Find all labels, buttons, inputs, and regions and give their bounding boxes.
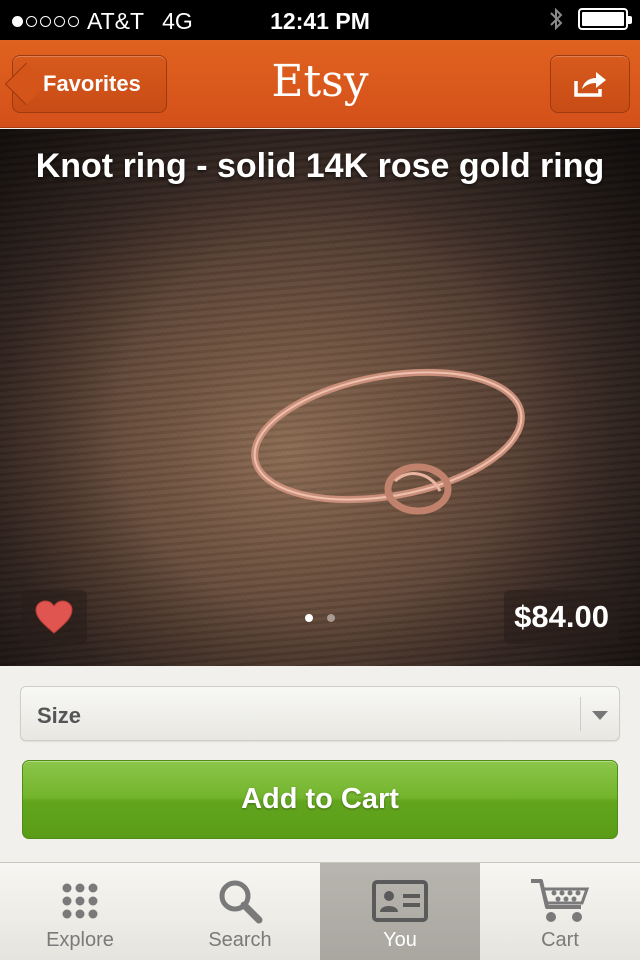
chevron-down-icon xyxy=(592,711,608,720)
image-pager[interactable] xyxy=(305,614,335,622)
pager-dot[interactable] xyxy=(327,614,335,622)
bluetooth-icon xyxy=(550,7,563,31)
listing-screen: AT&T 4G 12:41 PM Favorites Etsy Knot rin… xyxy=(0,0,640,960)
tab-search[interactable]: Search xyxy=(160,863,320,960)
size-select-label: Size xyxy=(37,703,82,728)
etsy-logo: Etsy xyxy=(271,56,369,107)
tab-label: Search xyxy=(208,929,272,951)
status-bar: AT&T 4G 12:41 PM xyxy=(0,0,640,40)
size-select[interactable]: Size xyxy=(20,686,620,741)
share-button[interactable] xyxy=(550,55,630,113)
tab-you[interactable]: You xyxy=(320,863,480,960)
magnifier-icon xyxy=(219,880,263,924)
price-badge: $84.00 xyxy=(504,590,619,644)
listing-photo[interactable] xyxy=(0,129,640,666)
add-to-cart-button[interactable]: Add to Cart xyxy=(22,760,618,839)
tab-explore[interactable]: Explore xyxy=(0,863,160,960)
share-icon xyxy=(574,72,606,97)
listing-title: Knot ring - solid 14K rose gold ring xyxy=(35,147,605,185)
tab-label: You xyxy=(383,929,417,951)
profile-card-icon xyxy=(372,880,428,922)
favorite-button[interactable] xyxy=(21,590,87,644)
tab-label: Explore xyxy=(46,929,114,951)
tab-cart[interactable]: Cart xyxy=(480,863,640,960)
navigation-bar: Favorites Etsy xyxy=(0,40,640,128)
status-time: 12:41 PM xyxy=(270,8,370,34)
tab-bar: Explore Search You Cart xyxy=(0,862,640,960)
tab-label: Cart xyxy=(541,929,579,951)
status-right xyxy=(548,7,632,31)
cart-icon xyxy=(531,879,590,922)
explore-grid-icon xyxy=(62,883,98,919)
pager-dot[interactable] xyxy=(305,614,313,622)
heart-icon xyxy=(35,600,73,634)
battery-icon xyxy=(578,8,632,30)
